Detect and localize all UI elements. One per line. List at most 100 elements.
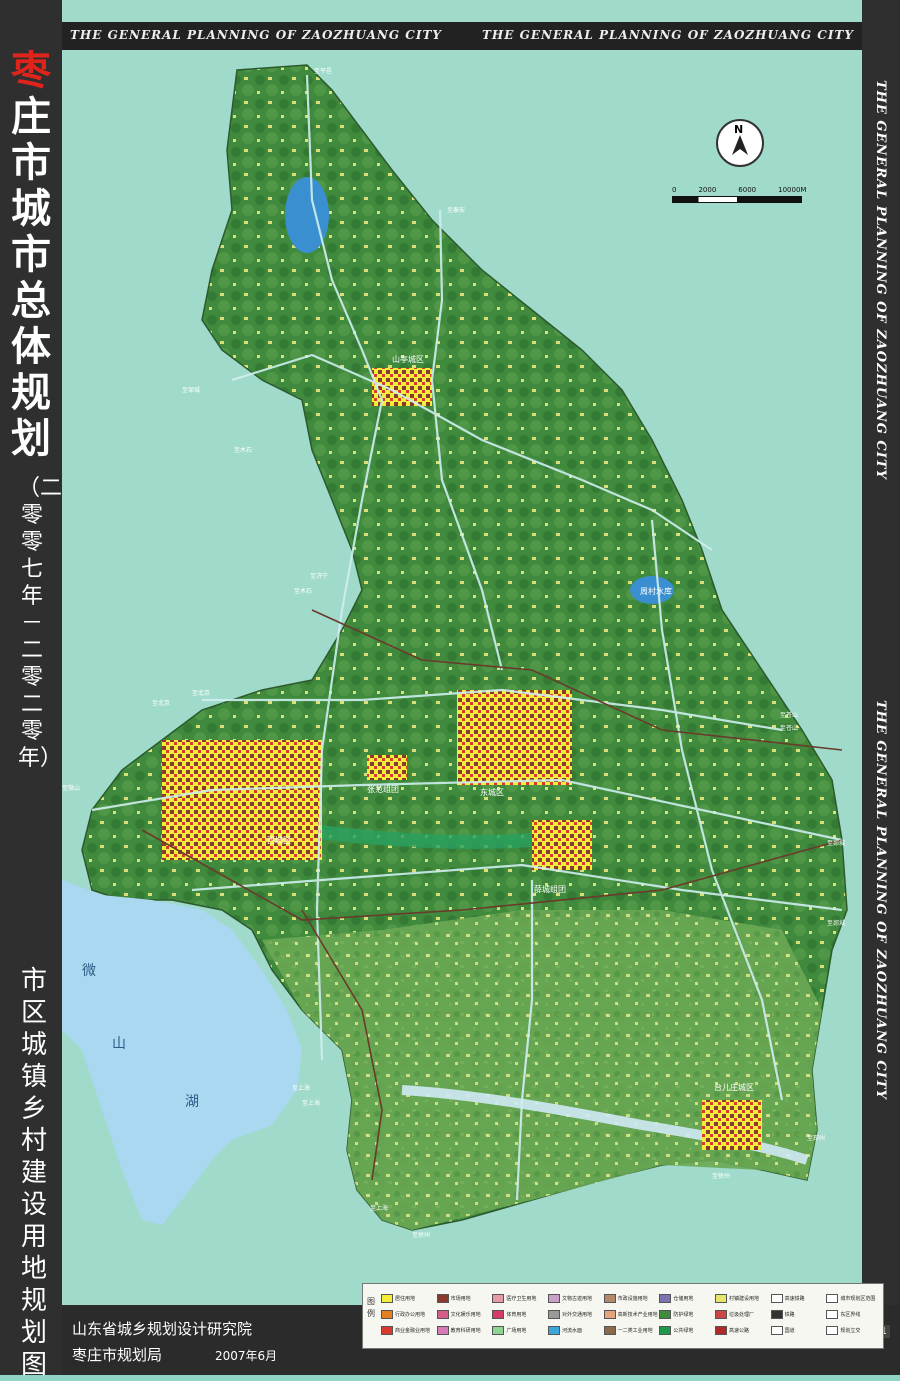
legend-label: 国道 [784, 1327, 795, 1334]
dest-beijing: 至北京 [192, 689, 210, 697]
dest-mushi: 至木石 [234, 446, 252, 454]
legend-item: 河流水面 [548, 1322, 603, 1338]
legend-label: 东区界线 [840, 1311, 861, 1318]
urban-taierzhuang [702, 1100, 762, 1150]
dest-shanghai: 至上海 [292, 1084, 310, 1092]
scale-tick: 0 [672, 186, 677, 194]
lake-char-3: 湖 [185, 1094, 199, 1110]
legend-swatch [603, 1293, 616, 1303]
legend-item: 高速公路 [715, 1322, 770, 1338]
legend-swatch [659, 1293, 672, 1303]
legend-label: 文化娱乐用地 [450, 1311, 481, 1318]
urban-zhangfan [367, 755, 407, 780]
banner-right: THE GENERAL PLANNING OF ZAOZHUANG CITY [482, 28, 854, 42]
legend-swatch [770, 1309, 783, 1319]
legend-item: 仓储用地 [659, 1290, 714, 1306]
scale-tick: 6000 [738, 186, 757, 194]
legend-item: 高速铁路 [770, 1290, 826, 1306]
legend-label: 村镇建设用地 [729, 1295, 760, 1302]
legend-label: 仓储用地 [673, 1295, 694, 1302]
legend-label: 铁路 [784, 1311, 795, 1318]
legend-label: 医疗卫生用地 [506, 1295, 537, 1302]
dest-pingyi: 至平邑 [314, 68, 332, 75]
legend-label: 河流水面 [562, 1327, 583, 1334]
legend-label: 规划立交 [840, 1327, 861, 1334]
label-xuecheng: 薛城组团 [534, 884, 566, 894]
legend-swatch [548, 1309, 560, 1319]
label-taierzhuang: 台儿庄城区 [714, 1082, 754, 1092]
legend-item: 铁路 [770, 1306, 826, 1322]
legend-swatch [492, 1293, 505, 1303]
legend-swatch [436, 1325, 449, 1335]
legend-item: 文化娱乐用地 [436, 1306, 492, 1322]
legend-swatch [826, 1309, 839, 1319]
dest-xuzhou: 至徐州 [712, 1172, 730, 1180]
legend-label: 商业金融业用地 [395, 1327, 431, 1334]
legend-item: 国道 [770, 1322, 826, 1338]
legend-label: 居住用地 [395, 1295, 416, 1302]
label-shanting: 山亭城区 [392, 354, 424, 364]
lake-char-2: 山 [112, 1036, 126, 1052]
legend-item: 垃圾处理厂 [715, 1306, 770, 1322]
legend-label: 垃圾处理厂 [729, 1311, 755, 1318]
legend-item: 高新技术产业用地 [603, 1306, 659, 1322]
urban-xicheng [162, 740, 322, 860]
legend-item: 文物古迹用地 [548, 1290, 603, 1306]
dest-jining: 至济宁 [310, 572, 328, 580]
planning-period: （二零零七年－二零二零年） [18, 476, 63, 771]
legend-item: 对外交通用地 [548, 1306, 603, 1322]
legend-swatch [381, 1293, 393, 1303]
legend-swatch [381, 1325, 393, 1335]
legend-item: 村镇建设用地 [715, 1290, 770, 1306]
dest-weishan: 至微山 [62, 784, 80, 792]
lake-char-1: 微 [82, 963, 96, 979]
urban-xuecheng [532, 820, 592, 870]
label-zhoucun: 周村水库 [640, 586, 672, 596]
legend-swatch [770, 1325, 783, 1335]
label-xicheng: 西城区 [267, 836, 291, 845]
legend-item: 商业金融业用地 [381, 1322, 436, 1338]
legend-label: 教育科研用地 [450, 1327, 481, 1334]
legend-label: 高新技术产业用地 [617, 1311, 658, 1318]
legend-swatch [548, 1293, 560, 1303]
dest-cangshan2: 至苍山 [780, 724, 798, 732]
dest-shangh3: 至上海 [370, 1204, 388, 1212]
label-dongcheng: 东城区 [480, 787, 504, 797]
legend-label: 公共绿地 [673, 1327, 694, 1334]
dest-linyi: 至郯城 [827, 839, 845, 847]
dest-beijing2: 至北京 [152, 699, 170, 707]
legend-item: 公共绿地 [659, 1322, 714, 1338]
legend-item: 医疗卫生用地 [492, 1290, 547, 1306]
legend-swatch [770, 1293, 783, 1303]
title-rest: 庄市城市总体规划 [11, 93, 51, 462]
urban-dongcheng [457, 690, 572, 785]
legend-label: 一二类工业用地 [617, 1327, 653, 1334]
right-banner-bottom: THE GENERAL PLANNING OF ZAOZHUANG CITY [873, 700, 888, 1100]
legend-label: 对外交通用地 [562, 1311, 593, 1318]
legend-label: 市政设施用地 [617, 1295, 648, 1302]
date: 2007年6月 [215, 1349, 278, 1363]
dest-xuzhou2: 至徐州 [412, 1231, 430, 1239]
legend-swatch [659, 1325, 672, 1335]
legend-swatch [548, 1325, 560, 1335]
dest-cangshan: 至苍山 [780, 711, 798, 719]
legend-swatch [715, 1293, 727, 1303]
legend-swatch [826, 1293, 839, 1303]
planning-map: 山亭城区 张范组团 东城区 薛城组团 台儿庄城区 西城区 周村水库 至平邑 至泰… [62, 64, 848, 1239]
legend-label: 高速公路 [729, 1327, 750, 1334]
legend-swatch [492, 1309, 505, 1319]
legend-swatch [659, 1309, 672, 1319]
right-banner-top: THE GENERAL PLANNING OF ZAOZHUANG CITY [873, 80, 888, 480]
label-zhangfan: 张范组团 [367, 784, 399, 794]
legend-item: 行政办公用地 [381, 1306, 436, 1322]
dest-zoucheng: 至邹城 [182, 386, 200, 394]
legend-label: 城市规划区范围 [840, 1295, 876, 1302]
legend-label: 防护绿地 [673, 1311, 694, 1318]
dest-pizhou: 至邳州 [807, 1134, 825, 1142]
legend-title: 图例 [367, 1297, 375, 1318]
main-title: 枣 庄市城市总体规划 [8, 48, 54, 462]
legend-swatch [492, 1325, 505, 1335]
legend-grid: 居住用地 市场用地 医疗卫生用地 文物古迹用地 市政设施用地 仓储用地 村镇建设用地 高速铁路… [381, 1290, 881, 1338]
legend: 图例 居住用地 市场用地 医疗卫生用地 文物古迹用地 市政设施用地 仓储用地 村镇建设用地高… [362, 1283, 884, 1349]
legend-label: 市场用地 [450, 1295, 471, 1302]
